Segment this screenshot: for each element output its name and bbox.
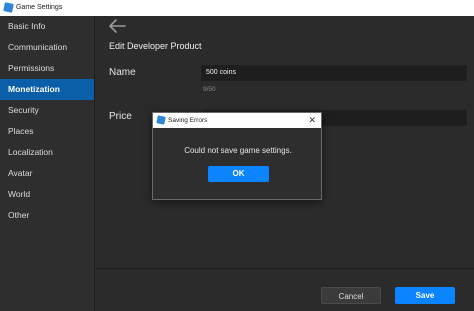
price-label: Price [109, 111, 132, 122]
window-title: Game Settings [16, 4, 63, 11]
settings-sidebar: Basic Info Communication Permissions Mon… [0, 16, 95, 311]
save-button[interactable]: Save [395, 287, 455, 304]
page-title: Edit Developer Product [109, 41, 202, 51]
name-character-counter: 9/50 [203, 86, 216, 93]
name-input[interactable]: 500 coins [201, 65, 467, 81]
back-arrow-icon[interactable] [107, 18, 127, 34]
ok-button[interactable]: OK [208, 166, 269, 182]
sidebar-item-world[interactable]: World [0, 184, 94, 205]
cancel-button[interactable]: Cancel [321, 287, 381, 304]
sidebar-item-other[interactable]: Other [0, 205, 94, 226]
dialog-message: Could not save game settings. [184, 146, 292, 155]
footer-bar: Cancel Save [96, 268, 474, 311]
window-titlebar: Game Settings [0, 0, 474, 16]
close-icon[interactable]: ✕ [308, 115, 316, 125]
name-label: Name [109, 67, 136, 78]
sidebar-item-basic-info[interactable]: Basic Info [0, 16, 94, 37]
sidebar-item-avatar[interactable]: Avatar [0, 163, 94, 184]
sidebar-item-localization[interactable]: Localization [0, 142, 94, 163]
roblox-studio-icon [3, 2, 14, 13]
sidebar-item-monetization[interactable]: Monetization [0, 79, 94, 100]
dialog-title: Saving Errors [168, 117, 208, 124]
sidebar-item-communication[interactable]: Communication [0, 37, 94, 58]
saving-errors-dialog: Saving Errors ✕ Could not save game sett… [152, 112, 322, 200]
sidebar-item-permissions[interactable]: Permissions [0, 58, 94, 79]
roblox-studio-icon [156, 115, 166, 125]
dialog-titlebar: Saving Errors ✕ [153, 113, 321, 128]
sidebar-item-places[interactable]: Places [0, 121, 94, 142]
sidebar-item-security[interactable]: Security [0, 100, 94, 121]
